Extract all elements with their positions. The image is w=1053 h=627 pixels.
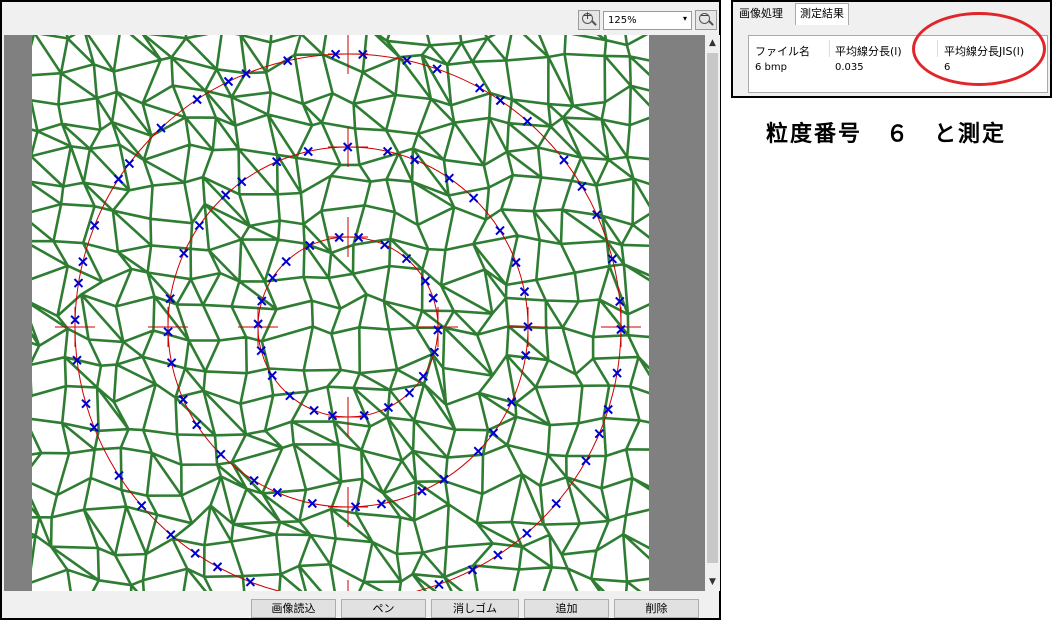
scroll-down-icon[interactable]: ▼	[705, 574, 720, 591]
intersection-marker	[113, 174, 124, 184]
intersection-marker	[136, 500, 147, 511]
intersection-marker	[581, 456, 591, 466]
intersection-marker	[495, 95, 506, 106]
intersection-marker	[212, 562, 223, 572]
intersection-marker	[179, 248, 189, 259]
intersection-marker	[511, 257, 521, 268]
scroll-up-icon[interactable]: ▲	[705, 35, 720, 52]
zoom-level-select[interactable]: 125% ▾	[603, 11, 692, 30]
intersection-marker	[594, 428, 605, 439]
highlight-ellipse	[912, 12, 1046, 86]
intersection-marker	[468, 193, 479, 203]
intersection-marker	[522, 528, 532, 538]
intersection-marker	[382, 146, 393, 157]
intersection-marker	[379, 240, 390, 250]
intersection-marker	[216, 449, 226, 460]
tab-image-processing[interactable]: 画像処理	[735, 4, 787, 24]
zoom-in-sign: +	[582, 9, 593, 22]
intersection-marker	[404, 388, 415, 398]
micrograph-image	[32, 35, 649, 591]
grain-size-annotation: 粒度番号 ６ と測定	[766, 122, 1007, 147]
add-button[interactable]: 追加	[524, 599, 609, 618]
intersection-marker	[434, 579, 444, 590]
intersection-marker	[303, 146, 313, 157]
intersection-marker	[78, 256, 88, 267]
intersection-marker	[81, 398, 91, 409]
intersection-marker	[245, 577, 256, 587]
zoom-in-button[interactable]: +	[578, 9, 600, 30]
intersection-marker	[417, 486, 427, 496]
table-cell-mean-length[interactable]: 0.035	[835, 62, 864, 73]
micrograph-canvas[interactable]	[32, 35, 649, 591]
chevron-down-icon: ▾	[682, 14, 687, 23]
grain-boundary-network	[32, 35, 649, 591]
intersection-marker	[495, 225, 505, 236]
image-viewport[interactable]	[4, 35, 705, 591]
pen-button[interactable]: ペン	[341, 599, 426, 618]
load-image-button[interactable]: 画像読込	[251, 599, 336, 618]
intersection-marker	[192, 94, 202, 105]
intersection-marker	[428, 293, 438, 303]
intersection-marker	[307, 498, 318, 509]
intersection-marker	[309, 405, 319, 416]
intersection-marker	[559, 155, 569, 165]
intersection-marker	[474, 83, 485, 93]
zoom-out-sign: −	[699, 9, 710, 22]
intersection-marker	[519, 286, 530, 297]
intersection-marker	[190, 548, 200, 559]
column-header-mean-length[interactable]: 平均線分長(l)	[835, 43, 902, 59]
image-window: + 125% ▾ − ▲ ▼ 画像読込 ペン 消しゴム 追加 削除	[0, 0, 721, 620]
delete-button[interactable]: 削除	[614, 599, 699, 618]
column-header-filename[interactable]: ファイル名	[755, 43, 810, 59]
column-divider[interactable]	[829, 40, 830, 57]
intersection-marker	[124, 158, 135, 169]
intersection-marker	[220, 190, 231, 200]
intersection-marker	[493, 550, 503, 560]
tab-measurement-result[interactable]: 測定結果	[795, 3, 849, 25]
intersection-marker	[223, 76, 234, 87]
intersection-marker	[89, 220, 100, 231]
grain-boundaries	[32, 35, 649, 591]
intersection-marker	[192, 419, 202, 430]
vertical-scrollbar[interactable]: ▲ ▼	[705, 35, 720, 591]
scroll-thumb[interactable]	[707, 53, 718, 563]
zoom-level-value: 125%	[608, 15, 637, 26]
intersection-marker	[166, 529, 176, 540]
intersection-marker	[432, 64, 442, 74]
eraser-button[interactable]: 消しゴム	[431, 599, 519, 618]
intersection-marker	[551, 498, 561, 509]
intersection-marker	[194, 220, 205, 231]
zoom-out-button[interactable]: −	[695, 9, 717, 30]
table-cell-filename[interactable]: 6 bmp	[755, 62, 787, 73]
intersection-marker	[281, 256, 291, 267]
